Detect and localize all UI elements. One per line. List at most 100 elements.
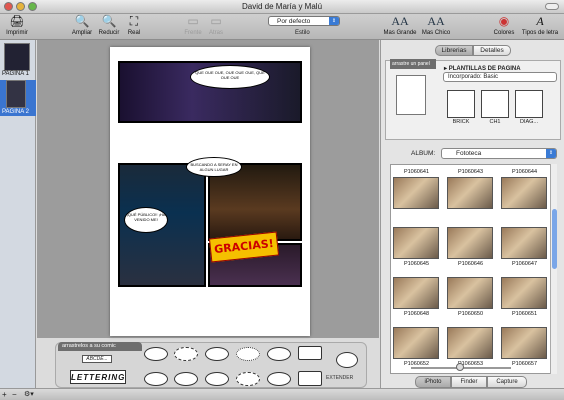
photo-label: P1060647 <box>511 261 538 267</box>
photo-label: P1060648 <box>403 311 430 317</box>
album-select[interactable]: Fototeca ⇕ <box>441 148 557 159</box>
fonts-button[interactable]: A Tipos de letra <box>518 14 562 36</box>
magnifier-plus-icon: 🔍 <box>74 14 90 28</box>
actual-size-button[interactable]: ⛶ Real <box>124 14 144 36</box>
window-title: David de María y Malú <box>241 2 323 11</box>
remove-page-button[interactable]: − <box>12 390 20 399</box>
selected-page[interactable]: PAGINA 2 <box>0 80 36 116</box>
page-thumbnail-2[interactable] <box>6 80 26 108</box>
stickers-header: arrastrelos a su comic <box>58 342 142 351</box>
color-wheel-icon: ◉ <box>498 14 510 28</box>
tab-iphoto[interactable]: iPhoto <box>415 376 451 388</box>
speech-bubble-2[interactable]: BUSCANDO A SERAY EN ALGUN LUGAR <box>186 157 242 177</box>
toolbar-toggle-button[interactable] <box>545 3 559 10</box>
template-brick[interactable] <box>447 90 475 118</box>
bring-front-button[interactable]: ▭ Frente <box>182 14 204 36</box>
app-window: David de María y Malú 🖨 Imprimir 🔍 Ampliar… <box>0 0 564 400</box>
chevron-down-icon: ⇕ <box>329 17 339 25</box>
box-sticker-1[interactable] <box>298 346 322 360</box>
photo-item[interactable] <box>501 177 548 209</box>
bubble-sticker-9[interactable] <box>236 372 260 386</box>
drag-panel-label: arrastre un panel <box>390 59 436 69</box>
photo-thumbnail <box>501 227 547 259</box>
bubble-sticker-10[interactable] <box>267 372 291 386</box>
style-label: Estilo <box>295 30 310 36</box>
bubble-sticker-5[interactable] <box>267 347 291 361</box>
photo-item[interactable] <box>393 177 440 209</box>
stickers-panel: arrastrelos a su comic ABCDE... LETTERIN… <box>55 342 367 388</box>
bubble-sticker-6[interactable] <box>144 372 168 386</box>
comic-page[interactable]: QUE OUE OUE, OUE OUE OUE, QUE OUE OUE BU… <box>110 47 310 336</box>
speech-bubble-3[interactable]: ¡QUÉ PÚBLICO!! ¡HA VENIDO ME! <box>124 207 168 233</box>
extender-label: EXTENDER <box>326 375 354 381</box>
bubble-sticker-3[interactable] <box>205 347 229 361</box>
bubble-sticker-2[interactable] <box>174 347 198 361</box>
page-label-2: PAGINA 2 <box>2 109 29 115</box>
list-item[interactable]: P1060641 <box>393 167 440 176</box>
style-select[interactable]: Por defecto ⇕ <box>268 16 340 26</box>
photo-item[interactable]: P1060647 <box>501 227 548 268</box>
photo-thumbnail <box>393 227 439 259</box>
photo-thumbnail <box>501 327 547 359</box>
tab-capture[interactable]: Capture <box>487 376 527 388</box>
template-label: CH1 <box>489 119 501 125</box>
photo-item[interactable] <box>447 177 494 209</box>
smaller-button[interactable]: AA Mas Chico <box>420 14 452 36</box>
bubble-sticker-1[interactable] <box>144 347 168 361</box>
back-icon: ▭ <box>210 14 222 28</box>
actual-size-icon: ⛶ <box>129 14 139 28</box>
list-item[interactable]: P1060644 <box>501 167 548 176</box>
tab-finder[interactable]: Finder <box>451 376 487 388</box>
photo-item[interactable]: P1060646 <box>447 227 494 268</box>
photo-item[interactable]: P1060645 <box>393 227 440 268</box>
send-back-button[interactable]: ▭ Atras <box>206 14 226 36</box>
toolbar: 🖨 Imprimir 🔍 Ampliar 🔍 Reducir ⛶ Real ▭ Frent… <box>0 14 564 40</box>
page-label-1: PAGINA 1 <box>2 71 29 77</box>
bubble-sticker-7[interactable] <box>174 372 198 386</box>
photo-thumbnail <box>393 177 439 209</box>
tab-librerias[interactable]: Librerias <box>435 45 473 56</box>
photo-thumbnail <box>393 277 439 309</box>
photo-item[interactable]: P1060650 <box>447 277 494 318</box>
title-bar: David de María y Malú <box>0 0 564 14</box>
template-ch1[interactable] <box>481 90 509 118</box>
photo-item[interactable]: P1060652 <box>393 327 440 368</box>
album-label: ALBUM: <box>411 150 436 157</box>
photo-size-slider[interactable] <box>411 363 511 371</box>
comic-canvas: QUE OUE OUE, OUE OUE OUE, QUE OUE OUE BU… <box>37 40 379 338</box>
scroll-thumb[interactable] <box>552 209 557 269</box>
extend-bubble-sticker[interactable] <box>336 352 358 368</box>
template-label: BRICK <box>452 119 470 125</box>
pages-sidebar: PAGINA 1 PAGINA 2 <box>0 40 36 388</box>
tab-detalles[interactable]: Detalles <box>473 45 511 56</box>
photo-item[interactable]: P1060657 <box>501 327 548 368</box>
lettering-sticker[interactable]: LETTERING <box>70 370 126 384</box>
speech-bubble-1[interactable]: QUE OUE OUE, OUE OUE OUE, QUE OUE OUE <box>190 65 270 89</box>
slider-thumb[interactable] <box>456 363 464 371</box>
caption-box-sticker[interactable]: ABCDE... <box>82 355 112 363</box>
photo-thumbnail <box>447 327 493 359</box>
colors-button[interactable]: ◉ Colores <box>492 14 516 36</box>
page-thumbnail-1[interactable] <box>4 43 30 71</box>
template-diag[interactable] <box>515 90 543 118</box>
print-button[interactable]: 🖨 Imprimir <box>4 14 30 36</box>
photo-thumbnail <box>447 227 493 259</box>
zoom-out-button[interactable]: 🔍 Reducir <box>96 14 122 36</box>
list-item[interactable]: P1060643 <box>447 167 494 176</box>
photo-thumbnail <box>501 277 547 309</box>
bubble-sticker-4[interactable] <box>236 347 260 361</box>
bubble-sticker-8[interactable] <box>205 372 229 386</box>
photo-item[interactable]: P1060648 <box>393 277 440 318</box>
photo-item[interactable]: P1060653 <box>447 327 494 368</box>
photo-scrollbar[interactable] <box>550 164 557 374</box>
photo-label: P1060645 <box>403 261 430 267</box>
template-set-select[interactable]: Incorporado: Basic <box>443 72 557 82</box>
gear-icon[interactable]: ⚙▾ <box>24 390 38 399</box>
box-sticker-2[interactable] <box>298 371 322 386</box>
photo-item[interactable]: P1060651 <box>501 277 548 318</box>
zoom-in-button[interactable]: 🔍 Ampliar <box>70 14 94 36</box>
photo-label: P1060650 <box>457 311 484 317</box>
drag-panel-target[interactable] <box>396 75 426 115</box>
add-page-button[interactable]: + <box>2 390 10 399</box>
bigger-button[interactable]: AA Mas Grande <box>382 14 418 36</box>
